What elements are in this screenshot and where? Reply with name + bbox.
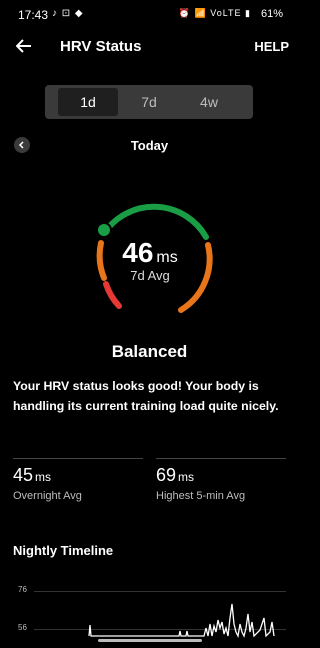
status-title: Balanced [111, 342, 188, 361]
date-navigator: Today [0, 133, 299, 157]
range-selector: 1d 7d 4w [45, 85, 253, 119]
stat-overnight: 45 ms Overnight Avg [13, 458, 143, 502]
home-indicator[interactable] [98, 639, 202, 642]
gauge-caption: 7d Avg [130, 268, 170, 283]
stat-highest: 69 ms Highest 5-min Avg [156, 458, 286, 502]
range-4w[interactable]: 4w [179, 85, 239, 119]
stat-value: 69 [156, 465, 177, 485]
stat-label: Highest 5-min Avg [156, 490, 246, 502]
gauge-value: 46 ms [80, 237, 220, 269]
status-description: Your HRV status looks good! Your body is… [13, 379, 279, 413]
nightly-timeline: 76 56 [0, 578, 299, 648]
page-title: HRV Status [60, 38, 142, 55]
timeline-chart [88, 603, 275, 638]
system-icons: ⏰ 📶 VoLTE ▮ [178, 8, 251, 18]
stat-unit: ms [178, 470, 195, 484]
app-bar: HRV Status HELP [0, 30, 299, 64]
stat-label: Overnight Avg [13, 490, 82, 502]
status-bar: 17:43 ♪ ⊡ ◆ ⏰ 📶 VoLTE ▮ 61% [0, 0, 299, 30]
gauge-balanced-segment [100, 203, 209, 240]
status-time: 17:43 [18, 8, 49, 22]
help-button[interactable]: HELP [254, 39, 289, 54]
gauge-marker [96, 222, 112, 238]
range-7d[interactable]: 7d [119, 85, 179, 119]
battery-percentage: 61% [260, 8, 283, 20]
timeline-tick-label: 76 [18, 585, 27, 594]
hrv-value: 46 [122, 237, 154, 268]
stat-value: 45 [13, 465, 34, 485]
notification-icons: ♪ ⊡ ◆ [52, 8, 84, 19]
gauge-low-segment [103, 281, 122, 309]
hrv-unit: ms [156, 249, 178, 266]
stat-unit: ms [35, 470, 52, 484]
timeline-gridline [34, 591, 286, 592]
timeline-title: Nightly Timeline [13, 543, 114, 558]
range-1d[interactable]: 1d [58, 88, 118, 116]
date-label: Today [130, 138, 169, 153]
timeline-line [88, 603, 275, 638]
timeline-tick-label: 56 [18, 623, 27, 632]
arrow-left-icon [16, 39, 31, 53]
back-button[interactable] [10, 32, 38, 60]
